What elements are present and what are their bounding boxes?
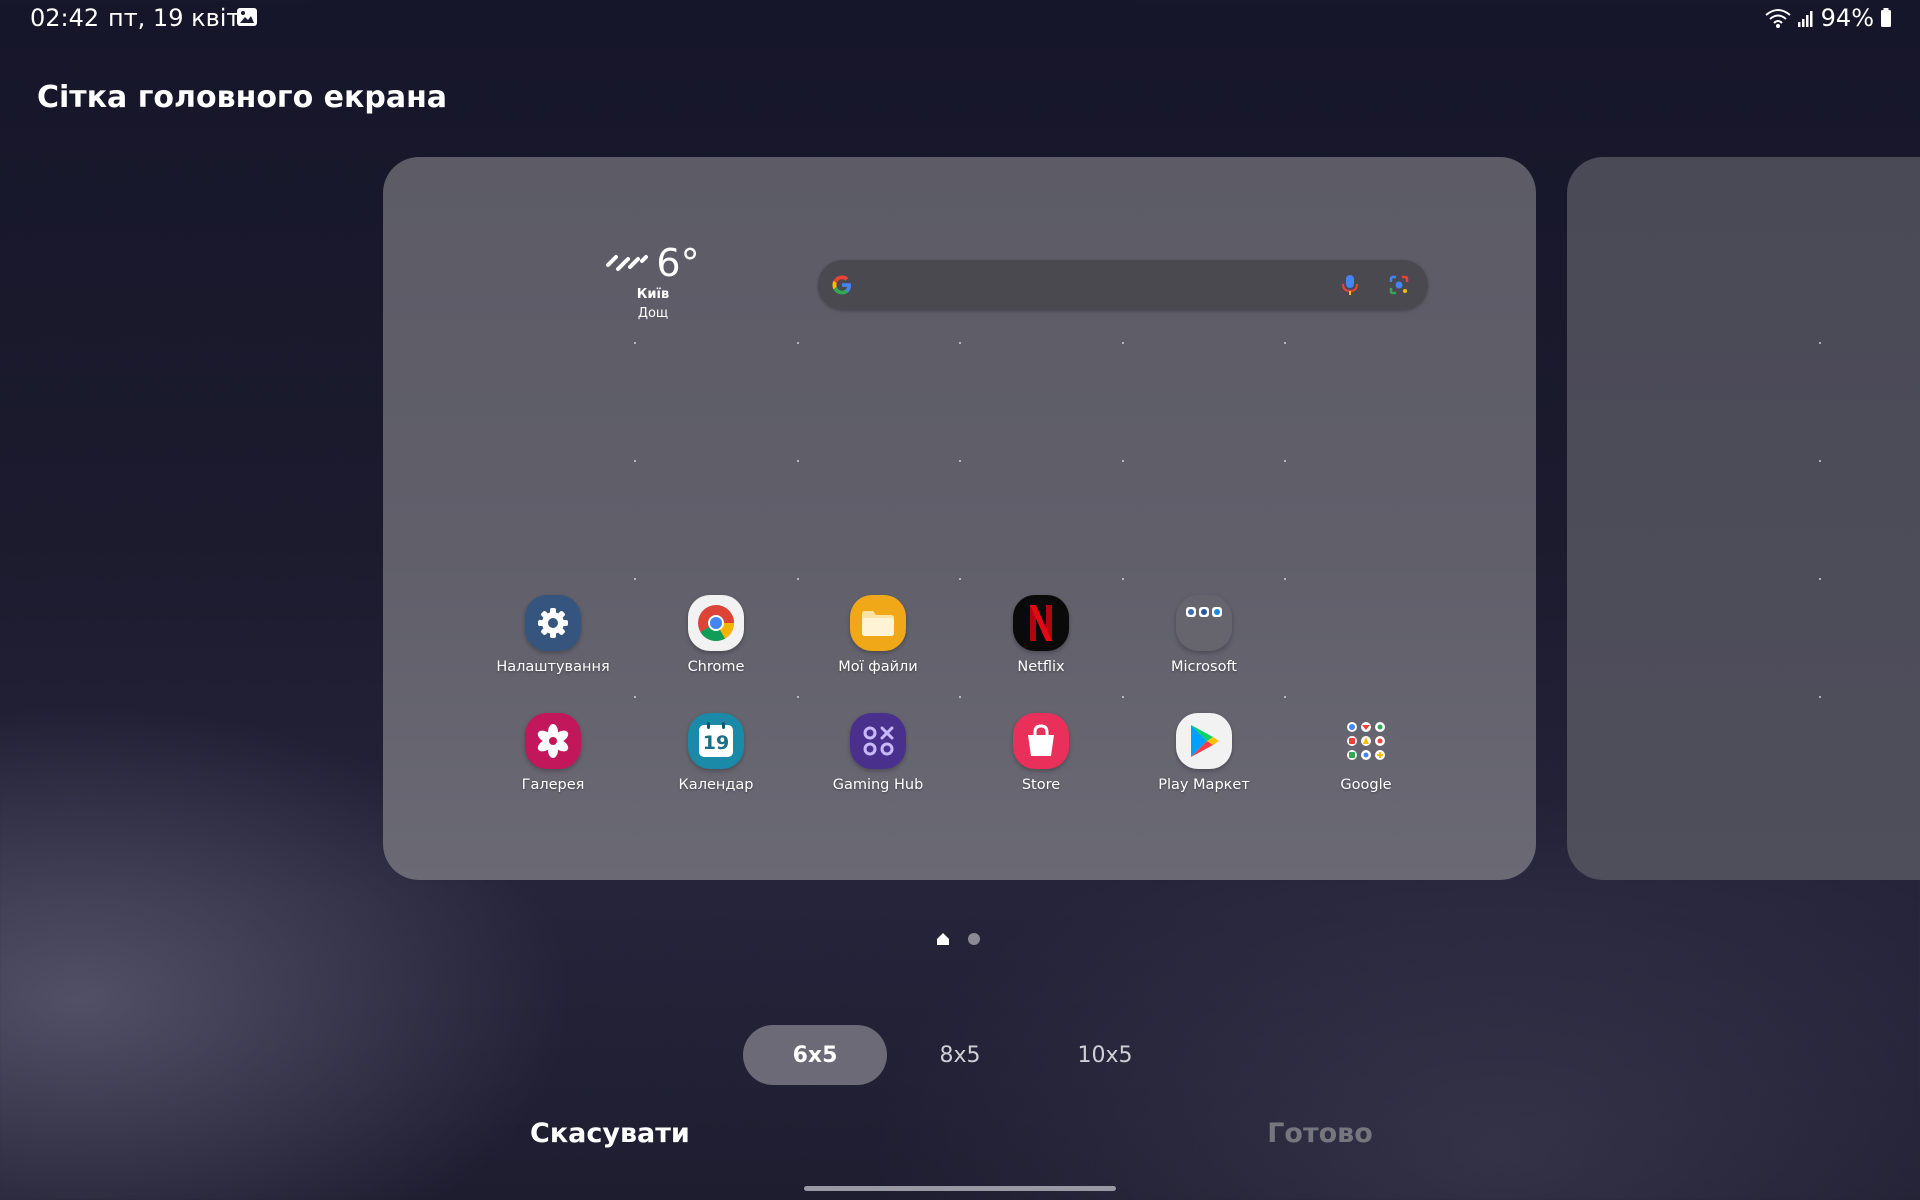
grid-option-10x5[interactable]: 10x5: [1033, 1025, 1177, 1085]
calendar-page: 19: [699, 722, 733, 757]
grid-dot: [1819, 578, 1821, 580]
grid-dot: [1122, 342, 1124, 344]
calendar-day: 19: [702, 732, 730, 754]
grid-option-8x5[interactable]: 8x5: [888, 1025, 1032, 1085]
grid-dot: [634, 460, 636, 462]
mic-icon[interactable]: [1340, 273, 1360, 297]
app-label: Microsoft: [1171, 659, 1237, 675]
app-label: Chrome: [687, 659, 745, 675]
grid-dot: [1819, 460, 1821, 462]
folder-apps-icon: [1176, 595, 1232, 651]
home-page-icon[interactable]: [936, 932, 950, 946]
signal-icon: [1797, 11, 1813, 27]
grid-dot: [1284, 342, 1286, 344]
google-folder-icon: [1338, 713, 1394, 769]
grid-dot: [797, 460, 799, 462]
app-folder-microsoft[interactable]: Microsoft: [1134, 595, 1274, 675]
grid-option-6x5[interactable]: 6x5: [743, 1025, 887, 1085]
app-label: Налаштування: [496, 659, 610, 675]
weather-temperature: 6°: [656, 241, 700, 285]
app-folder-google[interactable]: Google: [1296, 713, 1436, 793]
grid-dot: [1819, 342, 1821, 344]
done-button[interactable]: Готово: [1250, 1118, 1390, 1149]
gallery-flower-icon: [525, 713, 581, 769]
app-netflix[interactable]: Netflix: [971, 595, 1111, 675]
grid-dot: [1819, 696, 1821, 698]
grid-dot: [1122, 460, 1124, 462]
grid-dot: [1122, 696, 1124, 698]
page-indicator[interactable]: [936, 932, 980, 946]
app-label: Календар: [678, 777, 754, 793]
rain-icon: [606, 255, 649, 271]
grid-dot: [1122, 578, 1124, 580]
status-date: пт, 19 квіт.: [108, 4, 249, 32]
grid-dot: [797, 342, 799, 344]
grid-dot: [797, 696, 799, 698]
grid-dot: [959, 578, 961, 580]
app-label: Store: [1021, 777, 1061, 793]
app-gallery[interactable]: Галерея: [483, 713, 623, 793]
app-gaming-hub[interactable]: Gaming Hub: [808, 713, 948, 793]
page-title: Сітка головного екрана: [37, 80, 448, 115]
app-label: Мої файли: [838, 659, 918, 675]
grid-dot: [1284, 578, 1286, 580]
grid-dot: [797, 578, 799, 580]
store-bag-icon: [1013, 713, 1069, 769]
app-label: Play Маркет: [1158, 777, 1250, 793]
settings-icon: [525, 595, 581, 651]
grid-dot: [634, 696, 636, 698]
google-search-bar[interactable]: [818, 260, 1428, 310]
status-bar: 02:42 пт, 19 квіт. 94%: [0, 0, 1920, 36]
grid-dot: [1284, 696, 1286, 698]
grid-dot: [634, 342, 636, 344]
app-settings[interactable]: Налаштування: [483, 595, 623, 675]
grid-size-selector: 6x5 8x5 10x5: [743, 1025, 1177, 1085]
battery-icon: [1881, 8, 1891, 27]
gesture-handle[interactable]: [804, 1186, 1116, 1191]
grid-dot: [634, 578, 636, 580]
app-store[interactable]: Store: [971, 713, 1111, 793]
lens-icon[interactable]: [1388, 274, 1410, 296]
battery-percent: 94%: [1820, 4, 1874, 32]
app-label: Netflix: [1017, 659, 1065, 675]
play-store-icon: [1176, 713, 1232, 769]
app-label: Gaming Hub: [832, 777, 924, 793]
grid-dot: [1284, 460, 1286, 462]
next-page-preview[interactable]: [1567, 157, 1920, 880]
wifi-icon: [1765, 9, 1791, 28]
cancel-button[interactable]: Скасувати: [530, 1118, 690, 1149]
grid-dot: [959, 696, 961, 698]
folder-icon: [850, 595, 906, 651]
weather-condition: Дощ: [637, 306, 669, 321]
app-label: Google: [1340, 777, 1392, 793]
app-calendar[interactable]: 19 Календар: [646, 713, 786, 793]
status-time: 02:42: [30, 4, 100, 32]
netflix-icon: [1013, 595, 1069, 651]
calendar-icon: 19: [688, 713, 744, 769]
weather-widget[interactable]: 6° Київ Дощ: [593, 243, 713, 321]
home-screen-preview[interactable]: 6° Київ Дощ Налаштування Chrome Мої файл…: [383, 157, 1536, 880]
weather-city: Київ: [636, 287, 670, 302]
page-dot[interactable]: [968, 933, 980, 945]
grid-dot: [959, 342, 961, 344]
app-chrome[interactable]: Chrome: [646, 595, 786, 675]
app-label: Галерея: [521, 777, 585, 793]
gallery-icon: [237, 8, 257, 26]
gaming-hub-icon: [850, 713, 906, 769]
chrome-icon: [688, 595, 744, 651]
status-icons: 94%: [1765, 4, 1892, 32]
grid-dot: [959, 460, 961, 462]
google-g-icon: [832, 275, 851, 295]
app-my-files[interactable]: Мої файли: [808, 595, 948, 675]
app-play-store[interactable]: Play Маркет: [1134, 713, 1274, 793]
